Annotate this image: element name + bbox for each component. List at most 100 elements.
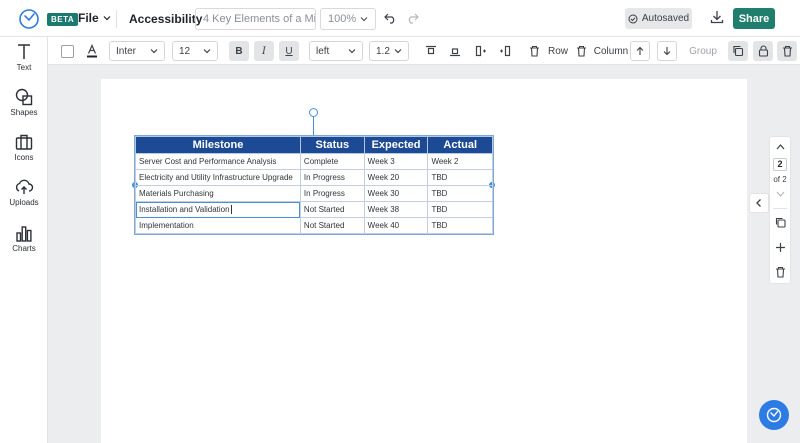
chevron-down-icon[interactable] <box>776 190 785 198</box>
upload-cloud-icon <box>15 179 34 194</box>
active-cell-text: Installation and Validation <box>139 204 230 214</box>
duplicate-button[interactable] <box>728 41 748 61</box>
sidebar-item-label: Text <box>16 63 32 72</box>
delete-column-button[interactable]: Column <box>594 41 628 61</box>
autosaved-label: Autosaved <box>641 13 690 24</box>
undo-button[interactable] <box>382 10 398 26</box>
table-cell[interactable]: Server Cost and Performance Analysis <box>135 153 301 170</box>
rotation-handle[interactable] <box>309 108 318 117</box>
redo-icon <box>408 13 419 24</box>
table-cell[interactable]: Not Started <box>299 201 365 218</box>
table-cell[interactable]: Materials Purchasing <box>135 185 301 202</box>
arrow-up-icon <box>636 46 644 55</box>
text-icon <box>18 44 30 59</box>
chevron-down-icon <box>203 49 211 54</box>
fill-color-button[interactable] <box>60 41 74 61</box>
trash-icon <box>529 45 539 57</box>
help-button[interactable] <box>759 400 789 430</box>
download-button[interactable] <box>709 9 727 27</box>
header-cell-expected[interactable]: Expected <box>363 136 429 154</box>
sidebar-item-icons[interactable]: Icons <box>0 134 48 162</box>
header-cell-actual[interactable]: Actual <box>427 136 493 154</box>
table-cell[interactable]: In Progress <box>299 185 365 202</box>
collapse-panel-button[interactable] <box>749 193 769 213</box>
rotation-handle-line <box>313 116 314 136</box>
zoom-select[interactable]: 100% <box>320 8 376 30</box>
table-cell[interactable]: Week 2 <box>427 153 493 170</box>
plus-icon[interactable] <box>775 242 786 253</box>
redo-button[interactable] <box>404 10 420 26</box>
table-cell[interactable]: Complete <box>299 153 365 170</box>
table-cell[interactable]: Implementation <box>135 217 301 234</box>
sidebar-item-charts[interactable]: Charts <box>0 225 48 253</box>
delete-column-icon-button[interactable] <box>574 41 588 61</box>
trash-icon[interactable] <box>775 266 786 278</box>
chevron-down-icon <box>348 49 356 54</box>
share-button[interactable]: Share <box>733 8 775 29</box>
font-family-select[interactable]: Inter <box>109 41 165 61</box>
milestone-table[interactable]: Milestone Status Expected Actual Server … <box>134 135 494 235</box>
table-cell[interactable]: Week 3 <box>363 153 429 170</box>
move-up-button[interactable] <box>630 41 650 61</box>
table-cell[interactable]: Week 38 <box>363 201 429 218</box>
chevron-up-icon[interactable] <box>776 143 785 151</box>
chevron-down-icon <box>103 16 111 21</box>
zoom-value: 100% <box>328 13 357 25</box>
delete-element-button[interactable] <box>777 41 797 61</box>
table-cell[interactable]: TBD <box>427 185 493 202</box>
briefcase-icon <box>15 134 33 150</box>
table-row: Electricity and Utility Infrastructure U… <box>135 169 493 186</box>
copy-icon <box>733 45 744 57</box>
table-cell[interactable]: In Progress <box>299 169 365 186</box>
copy-icon[interactable] <box>775 217 786 228</box>
active-table-cell[interactable]: Installation and Validation <box>135 201 301 218</box>
table-cell[interactable]: TBD <box>427 201 493 218</box>
app-logo-icon[interactable] <box>18 8 40 30</box>
help-logo-icon <box>766 407 782 423</box>
insert-column-left-button[interactable] <box>474 41 488 61</box>
chevron-down-icon <box>360 17 368 22</box>
group-button[interactable]: Group <box>687 41 719 61</box>
valign-middle-button[interactable] <box>448 41 462 61</box>
bold-button[interactable]: B <box>229 41 249 61</box>
file-menu-button[interactable]: File <box>78 11 111 25</box>
header-cell-status[interactable]: Status <box>299 136 365 154</box>
lock-icon <box>758 45 768 57</box>
table-cell[interactable]: Not Started <box>299 217 365 234</box>
table-row: Implementation Not Started Week 40 TBD <box>135 217 493 234</box>
arrow-down-icon <box>663 47 671 56</box>
sidebar-item-text[interactable]: Text <box>0 43 48 72</box>
table-cell[interactable]: Electricity and Utility Infrastructure U… <box>135 169 301 186</box>
valign-top-button[interactable] <box>424 41 438 61</box>
trash-icon <box>782 45 792 57</box>
move-down-button[interactable] <box>657 41 677 61</box>
table-cell[interactable]: Week 30 <box>363 185 429 202</box>
table-cell[interactable]: TBD <box>427 169 493 186</box>
document-title-input[interactable]: 4 Key Elements of a Micr... <box>195 8 316 30</box>
font-size-select[interactable]: 12 <box>172 41 218 61</box>
delete-row-icon-button[interactable] <box>527 41 541 61</box>
text-align-select[interactable]: left <box>309 41 363 61</box>
check-circle-icon <box>628 14 638 23</box>
table-cell[interactable]: TBD <box>427 217 493 234</box>
page-number-input[interactable]: 2 <box>773 158 787 171</box>
line-height-select[interactable]: 1.2 <box>369 41 409 61</box>
table-cell[interactable]: Week 40 <box>363 217 429 234</box>
sidebar-item-uploads[interactable]: Uploads <box>0 179 48 207</box>
sidebar-item-shapes[interactable]: Shapes <box>0 88 48 117</box>
insert-column-right-button[interactable] <box>498 41 512 61</box>
text-color-button[interactable] <box>84 41 100 61</box>
chevron-down-icon <box>394 49 402 54</box>
font-size-value: 12 <box>179 45 191 57</box>
accessibility-button[interactable]: Accessibility <box>129 12 202 26</box>
underline-button[interactable]: U <box>279 41 299 61</box>
sidebar-item-label: Charts <box>12 244 36 253</box>
table-cell[interactable]: Week 20 <box>363 169 429 186</box>
file-menu-label: File <box>78 11 99 25</box>
document-page[interactable] <box>101 79 747 443</box>
delete-row-button[interactable]: Row <box>548 41 568 61</box>
lock-button[interactable] <box>753 41 773 61</box>
italic-button[interactable]: I <box>254 41 274 61</box>
sidebar-item-label: Shapes <box>10 108 38 117</box>
header-cell-milestone[interactable]: Milestone <box>135 136 301 154</box>
